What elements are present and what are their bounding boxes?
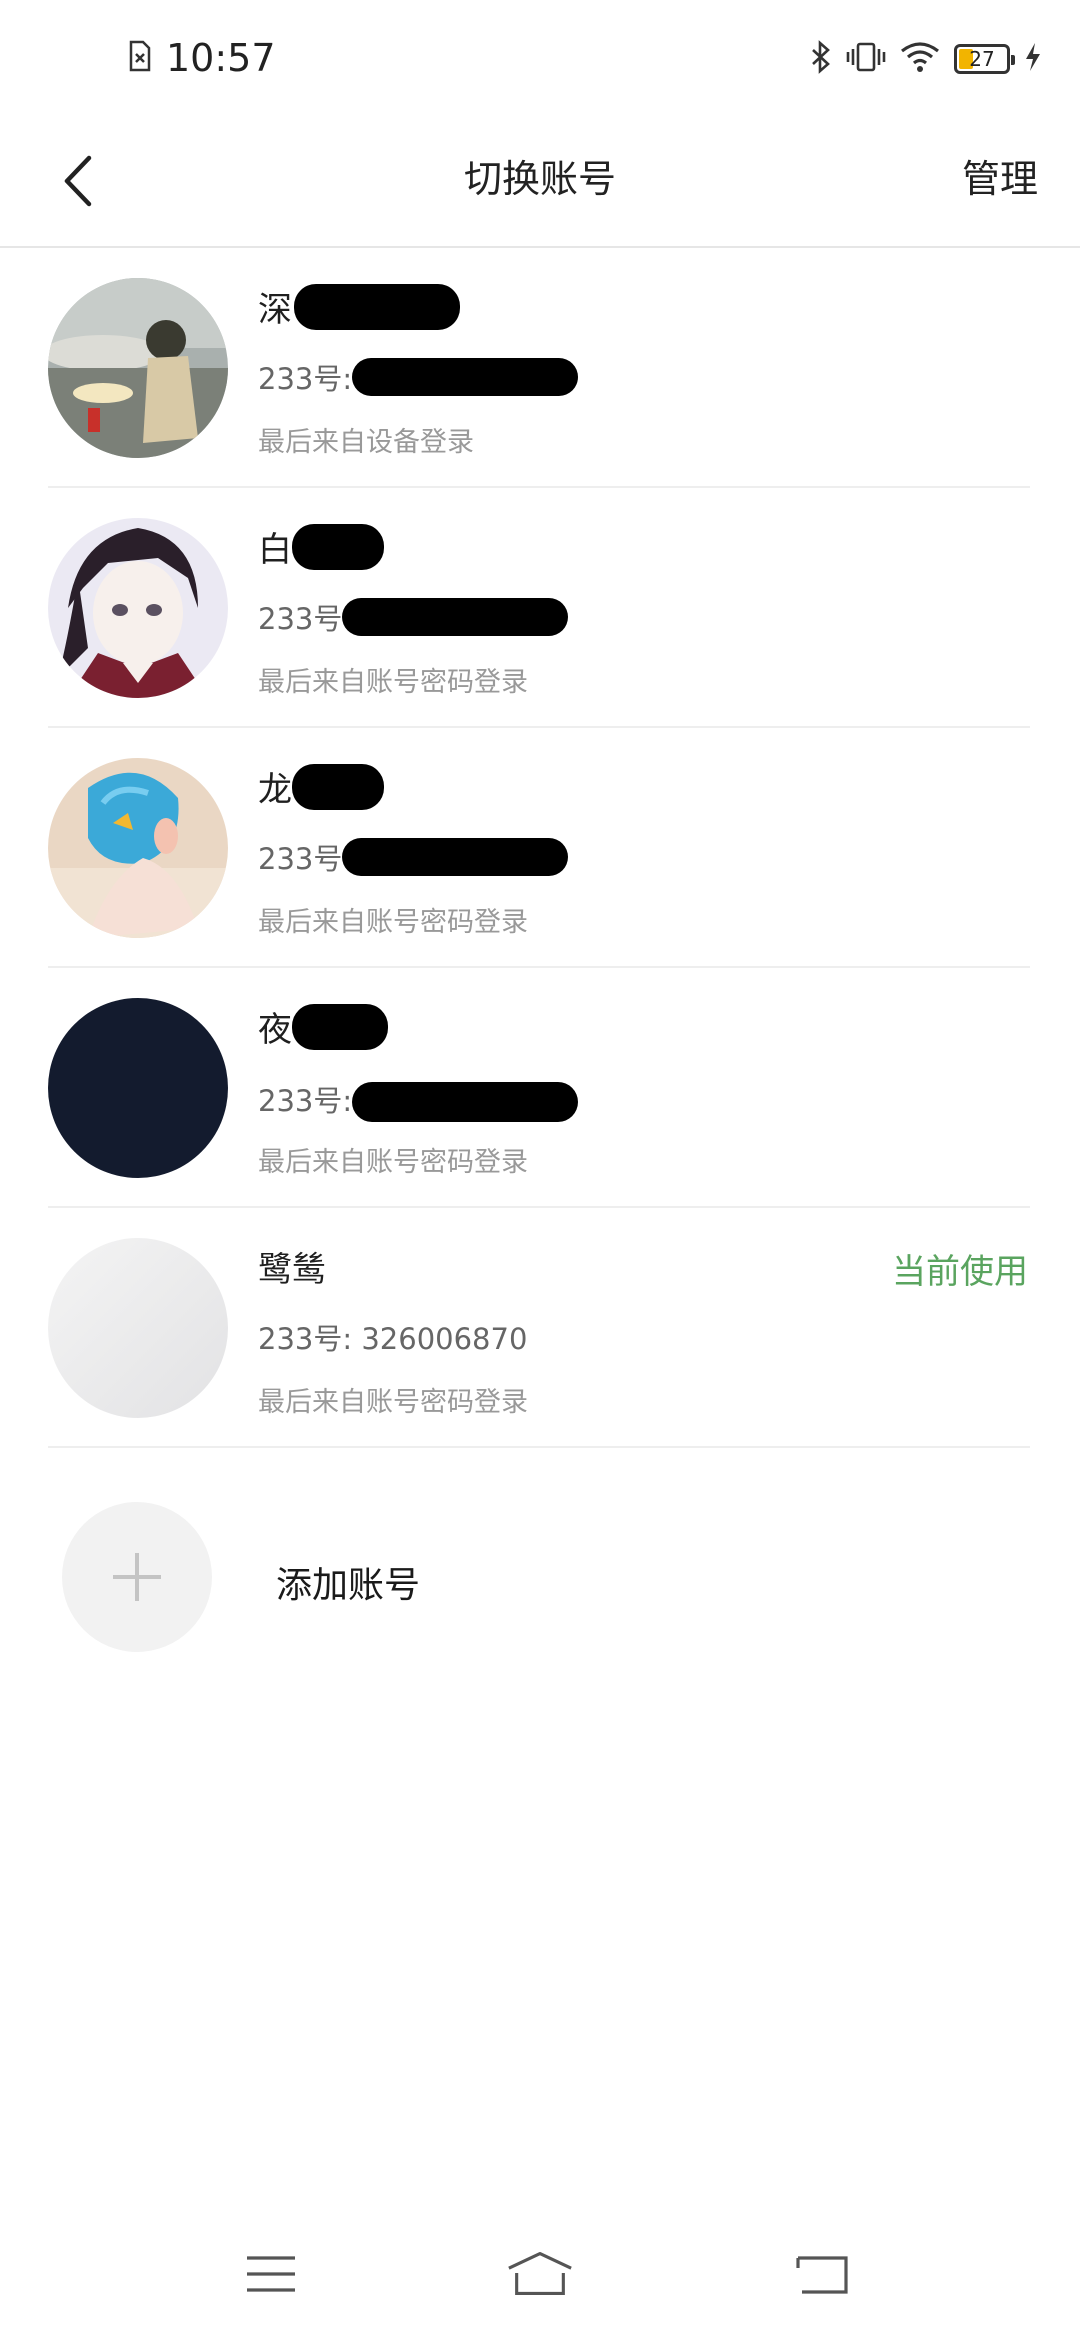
menu-button[interactable] <box>236 2244 306 2304</box>
account-last-login: 最后来自账号密码登录 <box>258 907 528 938</box>
redaction-mark <box>294 283 460 330</box>
vibrate-icon <box>846 41 886 77</box>
account-name-text: 鹭鸶 <box>258 1250 326 1290</box>
return-icon <box>796 2256 848 2294</box>
account-name-text: 龙 <box>258 770 292 810</box>
account-uid: 233号: <box>258 356 579 398</box>
nav-bar: 切换账号 管理 <box>0 120 1080 248</box>
status-right: 27 <box>810 40 1042 78</box>
redaction-mark <box>352 358 579 396</box>
return-button[interactable] <box>786 2244 856 2304</box>
avatar <box>48 1238 228 1418</box>
home-icon <box>508 2252 572 2295</box>
battery-level: 27 <box>969 47 995 71</box>
redaction-mark <box>342 598 569 636</box>
account-uid: 233号 <box>258 836 569 878</box>
account-row[interactable]: 夜 233号: 最后来自账号密码登录 <box>0 968 1080 1208</box>
account-name-text: 白 <box>258 530 292 570</box>
status-time: 10:57 <box>166 36 276 80</box>
account-row-current[interactable]: 鹭鸶 233号: 326006870 最后来自账号密码登录 当前使用 <box>0 1208 1080 1448</box>
menu-icon <box>247 2256 295 2292</box>
account-switch-page: 10:57 27 切换账号 管理 深 233号: 最后来自设备登录 白 233号… <box>0 0 1080 2340</box>
bluetooth-icon <box>810 40 832 78</box>
account-name: 白 <box>258 522 384 571</box>
account-uid-text: 233号: 326006870 <box>258 1322 528 1356</box>
status-bar: 10:57 27 <box>0 0 1080 120</box>
account-name: 深 <box>258 282 460 331</box>
account-name: 龙 <box>258 762 384 811</box>
account-last-login: 最后来自账号密码登录 <box>258 667 528 698</box>
add-account-label: 添加账号 <box>276 1565 421 1606</box>
account-uid-text: 233号 <box>258 602 343 636</box>
redaction-mark <box>342 838 569 876</box>
page-title: 切换账号 <box>463 157 616 201</box>
account-row[interactable]: 深 233号: 最后来自设备登录 <box>0 248 1080 488</box>
account-uid-text: 233号: <box>258 1084 353 1118</box>
redaction-mark <box>292 763 384 810</box>
redaction-mark <box>292 523 384 570</box>
account-name-text: 深 <box>258 290 292 330</box>
plus-icon <box>113 1553 161 1601</box>
system-nav-bar <box>0 2230 1080 2320</box>
account-last-login: 最后来自账号密码登录 <box>258 1147 528 1178</box>
account-name-text: 夜 <box>258 1010 292 1050</box>
redaction-mark <box>292 1003 388 1050</box>
account-row[interactable]: 白 233号 最后来自账号密码登录 <box>0 488 1080 728</box>
avatar <box>48 998 228 1178</box>
avatar <box>48 278 228 458</box>
account-uid: 233号: 326006870 <box>258 1316 527 1358</box>
status-left: 10:57 <box>128 36 276 80</box>
wifi-icon <box>900 41 940 77</box>
home-button[interactable] <box>505 2244 575 2304</box>
account-uid: 233号 <box>258 596 569 638</box>
account-list: 深 233号: 最后来自设备登录 白 233号 最后来自账号密码登录 龙 233… <box>0 248 1080 1448</box>
account-uid-text: 233号 <box>258 842 343 876</box>
account-last-login: 最后来自设备登录 <box>258 427 474 458</box>
account-uid-text: 233号: <box>258 362 353 396</box>
account-row[interactable]: 龙 233号 最后来自账号密码登录 <box>0 728 1080 968</box>
account-uid: 233号: <box>258 1076 579 1122</box>
avatar <box>48 758 228 938</box>
add-account-button[interactable]: 添加账号 <box>0 1456 1080 1696</box>
redaction-mark <box>352 1082 579 1122</box>
divider <box>48 1446 1030 1448</box>
account-last-login: 最后来自账号密码登录 <box>258 1387 528 1418</box>
manage-button[interactable]: 管理 <box>962 148 1038 203</box>
add-account-circle <box>62 1502 212 1652</box>
account-name: 夜 <box>258 1002 388 1051</box>
sim-off-icon <box>128 40 152 76</box>
battery-icon: 27 <box>954 44 1015 74</box>
account-name: 鹭鸶 <box>258 1242 326 1291</box>
avatar <box>48 518 228 698</box>
current-account-badge: 当前使用 <box>892 1252 1028 1292</box>
charging-icon <box>1024 42 1042 76</box>
